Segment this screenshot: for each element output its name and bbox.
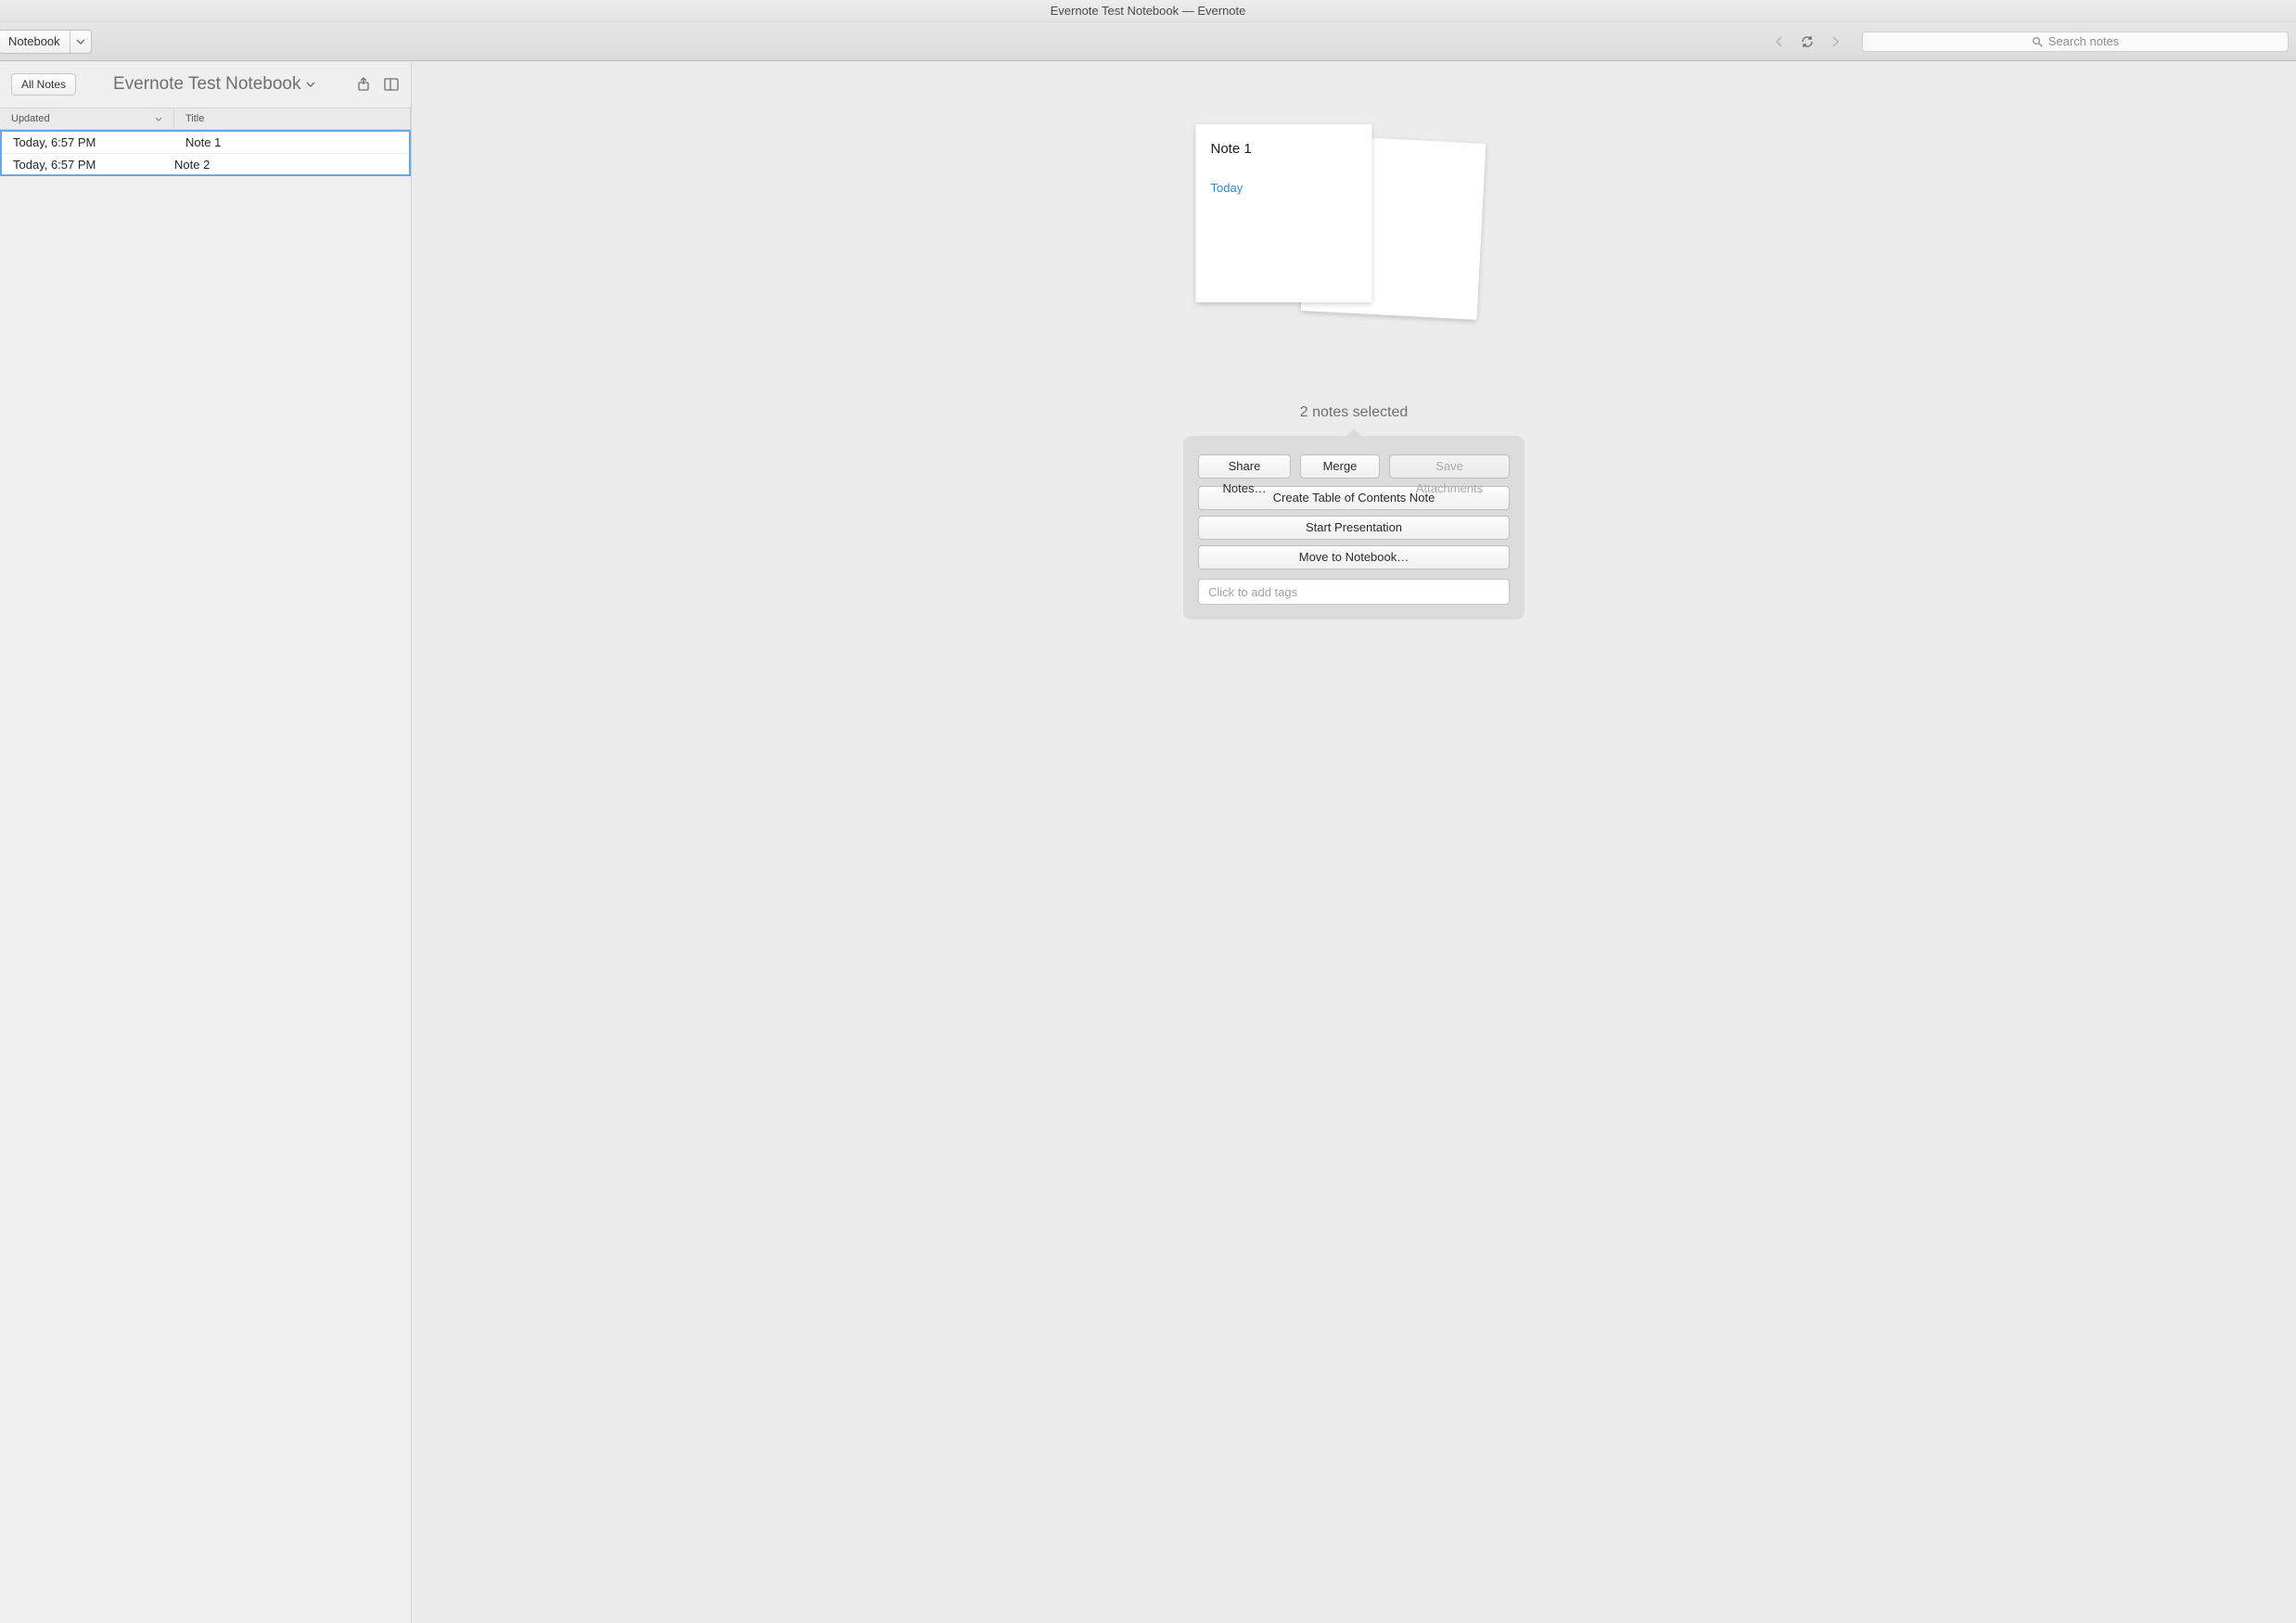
note-rows-selected: Today, 6:57 PM Note 1 Today, 6:57 PM Not… <box>0 130 411 176</box>
note-preview-pane: Note 1 Today 2 notes selected Share Note… <box>412 61 2296 1623</box>
column-title[interactable]: Title <box>174 109 411 129</box>
notebook-dropdown-label: Notebook <box>0 31 70 53</box>
sync-button[interactable] <box>1793 30 1821 54</box>
toolbar: Notebook Search notes <box>0 22 2296 61</box>
note-card-stack: Note 1 Today <box>1196 124 1484 319</box>
forward-button[interactable] <box>1821 30 1849 54</box>
window-title: Evernote Test Notebook — Evernote <box>0 0 2296 22</box>
column-title-label: Title <box>185 113 204 124</box>
note-row[interactable]: Today, 6:57 PM Note 2 <box>2 153 409 174</box>
search-icon <box>2032 36 2043 47</box>
all-notes-button[interactable]: All Notes <box>11 73 76 96</box>
note-row-updated: Today, 6:57 PM <box>2 158 174 172</box>
search-placeholder: Search notes <box>2048 34 2120 48</box>
note-row[interactable]: Today, 6:57 PM Note 1 <box>2 132 409 153</box>
column-headers: Updated Title <box>0 108 411 130</box>
share-notes-button[interactable]: Share Notes… <box>1198 454 1291 479</box>
column-updated-label: Updated <box>11 113 50 124</box>
note-card-front: Note 1 Today <box>1196 124 1372 302</box>
add-tags-input[interactable] <box>1198 579 1510 605</box>
back-button[interactable] <box>1766 30 1793 54</box>
start-presentation-button[interactable]: Start Presentation <box>1198 516 1510 540</box>
note-card-title: Note 1 <box>1211 141 1358 157</box>
note-row-title: Note 2 <box>174 158 210 172</box>
note-list-pane: All Notes Evernote Test Notebook Updated <box>0 61 412 1623</box>
note-card-date: Today <box>1211 181 1358 195</box>
save-attachments-button: Save Attachments <box>1389 454 1510 479</box>
merge-button[interactable]: Merge <box>1300 454 1380 479</box>
sort-indicator-icon <box>155 115 162 122</box>
chevron-down-icon <box>306 80 315 89</box>
note-row-title: Note 1 <box>174 135 409 149</box>
selection-count-label: 2 notes selected <box>412 404 2296 421</box>
share-icon[interactable] <box>355 76 372 93</box>
search-input[interactable]: Search notes <box>1862 32 2289 52</box>
view-mode-icon[interactable] <box>383 76 400 93</box>
move-to-notebook-button[interactable]: Move to Notebook… <box>1198 545 1510 569</box>
column-updated[interactable]: Updated <box>0 109 174 129</box>
notebook-title-dropdown[interactable]: Evernote Test Notebook <box>87 74 344 95</box>
notebook-title-label: Evernote Test Notebook <box>113 74 300 95</box>
chevron-down-icon <box>70 31 91 53</box>
notebook-dropdown[interactable]: Notebook <box>0 30 92 54</box>
note-row-updated: Today, 6:57 PM <box>2 135 174 149</box>
multi-select-action-panel: Share Notes… Merge Save Attachments Crea… <box>1183 436 1524 620</box>
